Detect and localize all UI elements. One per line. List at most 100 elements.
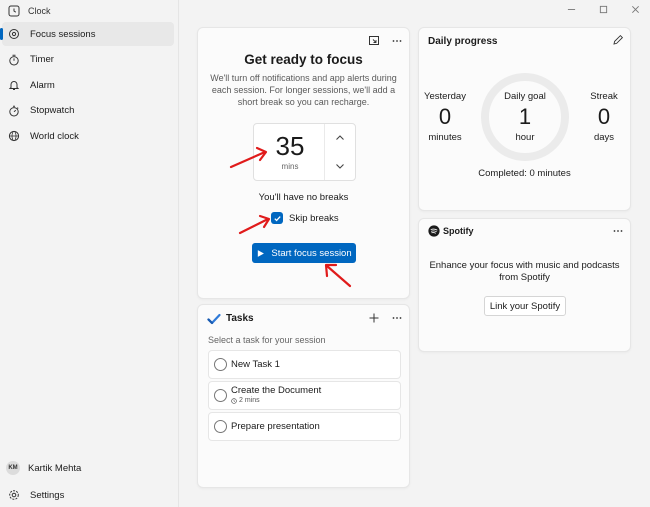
- more-icon: [392, 317, 402, 319]
- yesterday-value: 0: [438, 104, 452, 129]
- duration-value[interactable]: 35: [254, 131, 326, 162]
- sidebar-item-focus-sessions[interactable]: Focus sessions: [0, 22, 174, 46]
- pencil-icon: [613, 34, 624, 45]
- streak-stat: Streak 0 days: [582, 91, 626, 143]
- yesterday-unit: minutes: [428, 132, 462, 143]
- clock-icon: [231, 397, 237, 404]
- focus-title: Get ready to focus: [244, 52, 363, 67]
- sidebar-item-stopwatch[interactable]: Stopwatch: [2, 99, 174, 123]
- start-button-label: Start focus session: [271, 247, 352, 259]
- settings-button[interactable]: Settings: [8, 486, 64, 504]
- task-label: Prepare presentation: [231, 421, 320, 432]
- close-button[interactable]: [628, 2, 642, 16]
- task-radio[interactable]: [214, 389, 227, 402]
- sidebar: Clock Focus sessions Timer Alarm Stopwat…: [0, 0, 179, 507]
- chevron-up-icon: [336, 135, 344, 140]
- daily-goal-stat[interactable]: Daily goal 1 hour: [480, 72, 570, 162]
- task-radio[interactable]: [214, 358, 227, 371]
- daily-goal-label: Daily goal: [504, 91, 546, 102]
- app-title-bar: Clock: [8, 4, 51, 18]
- daily-progress-title: Daily progress: [428, 36, 498, 47]
- avatar: KM: [6, 461, 20, 475]
- more-icon: [613, 230, 623, 232]
- duration-stepper[interactable]: 35 mins: [253, 123, 356, 181]
- stopwatch-icon: [8, 105, 20, 117]
- mini-mode-button[interactable]: [367, 34, 381, 48]
- sidebar-item-label: Stopwatch: [30, 105, 75, 117]
- task-duration: 2 mins: [231, 397, 260, 404]
- focus-description: We'll turn off notifications and app ale…: [210, 73, 397, 107]
- decrease-duration-button[interactable]: [325, 152, 355, 180]
- gear-icon: [8, 489, 20, 501]
- sidebar-item-timer[interactable]: Timer: [2, 48, 174, 72]
- daily-progress-card: Daily progress Yesterday 0 minutes Daily…: [418, 27, 631, 211]
- sidebar-item-label: Alarm: [30, 79, 55, 91]
- alarm-icon: [8, 79, 20, 91]
- daily-goal-unit: hour: [515, 132, 535, 143]
- add-task-button[interactable]: [367, 311, 381, 325]
- task-item[interactable]: New Task 1: [208, 350, 401, 379]
- spotify-description: Enhance your focus with music and podcas…: [429, 260, 620, 283]
- globe-icon: [8, 130, 20, 142]
- sidebar-nav: Focus sessions Timer Alarm Stopwatch Wor…: [0, 22, 178, 150]
- increase-duration-button[interactable]: [325, 124, 355, 152]
- focus-session-card: Get ready to focus We'll turn off notifi…: [197, 27, 410, 299]
- edit-goal-button[interactable]: [611, 33, 625, 47]
- sidebar-item-world-clock[interactable]: World clock: [2, 124, 174, 148]
- sidebar-item-label: Focus sessions: [30, 28, 96, 40]
- completed-text: Completed: 0 minutes: [478, 168, 571, 179]
- checkbox-checked[interactable]: [271, 212, 283, 224]
- streak-value: 0: [597, 104, 611, 129]
- spotify-logo: Spotify: [428, 225, 474, 237]
- spotify-icon: [428, 225, 440, 237]
- plus-icon: [369, 313, 379, 323]
- task-label: New Task 1: [231, 359, 280, 370]
- more-options-button[interactable]: [390, 34, 404, 48]
- skip-breaks-checkbox[interactable]: Skip breaks: [271, 211, 339, 225]
- more-icon: [392, 40, 402, 42]
- task-radio[interactable]: [214, 420, 227, 433]
- maximize-button[interactable]: [596, 2, 610, 16]
- settings-label: Settings: [30, 489, 65, 501]
- skip-breaks-label: Skip breaks: [289, 212, 339, 224]
- task-item[interactable]: Create the Document 2 mins: [208, 381, 401, 410]
- user-name: Kartik Mehta: [28, 462, 82, 474]
- clock-app-icon: [8, 5, 20, 17]
- task-label: Create the Document: [231, 385, 322, 396]
- spotify-more-button[interactable]: [611, 224, 625, 238]
- focus-icon: [8, 28, 20, 40]
- sidebar-item-alarm[interactable]: Alarm: [2, 73, 174, 97]
- yesterday-label: Yesterday: [424, 91, 466, 102]
- streak-unit: days: [593, 132, 615, 143]
- start-focus-session-button[interactable]: Start focus session: [252, 243, 356, 263]
- streak-label: Streak: [590, 91, 618, 102]
- sidebar-item-label: Timer: [30, 54, 54, 66]
- chevron-down-icon: [336, 164, 344, 169]
- breaks-info: You'll have no breaks: [258, 192, 349, 203]
- tasks-hint: Select a task for your session: [208, 335, 326, 345]
- task-duration-text: 2 mins: [239, 397, 260, 404]
- close-icon: [631, 5, 639, 13]
- window-controls: [564, 2, 642, 16]
- user-account[interactable]: KM Kartik Mehta: [6, 459, 81, 477]
- task-item[interactable]: Prepare presentation: [208, 412, 401, 441]
- sidebar-item-label: World clock: [30, 130, 79, 142]
- todo-checkmark-icon: [207, 312, 221, 326]
- daily-goal-value: 1: [518, 104, 532, 129]
- tasks-more-button[interactable]: [390, 311, 404, 325]
- link-spotify-button[interactable]: Link your Spotify: [484, 296, 566, 316]
- tasks-title: Tasks: [226, 313, 254, 324]
- minimize-button[interactable]: [564, 2, 578, 16]
- play-icon: [258, 249, 265, 257]
- maximize-icon: [599, 5, 607, 13]
- app-title: Clock: [28, 6, 51, 16]
- picture-in-picture-icon: [369, 36, 379, 45]
- yesterday-stat: Yesterday 0 minutes: [421, 91, 469, 143]
- spotify-card: Spotify Enhance your focus with music an…: [418, 218, 631, 352]
- spotify-brand: Spotify: [443, 226, 474, 236]
- duration-unit: mins: [281, 162, 299, 171]
- tasks-card: Tasks Select a task for your session New…: [197, 304, 410, 488]
- minimize-icon: [567, 8, 575, 10]
- timer-icon: [8, 54, 20, 66]
- checkmark-icon: [273, 215, 281, 221]
